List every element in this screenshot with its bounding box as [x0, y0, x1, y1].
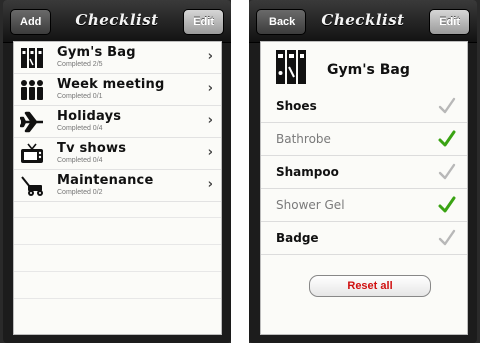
check-icon[interactable]: [437, 129, 457, 149]
nav-bar: Add Checklist Edit: [3, 0, 231, 43]
list-status: Completed 2/5: [57, 61, 103, 68]
lawnmower-icon: [21, 176, 43, 196]
divider: [14, 271, 221, 272]
list-item[interactable]: Gym's Bag Completed 2/5 ›: [14, 42, 221, 74]
item-label: Shampoo: [276, 165, 339, 179]
checklist-item[interactable]: Shampoo: [261, 156, 467, 189]
list-status: Completed 0/1: [57, 93, 103, 100]
list-status: Completed 0/2: [57, 189, 103, 196]
list-title: Gym's Bag: [327, 62, 410, 78]
list-item[interactable]: Tv shows Completed 0/4 ›: [14, 138, 221, 170]
item-label: Badge: [276, 231, 319, 245]
list-title: Tv shows: [57, 141, 127, 156]
checklist-screen: Add Checklist Edit Gym's Bag Completed 2…: [3, 0, 231, 343]
reset-all-button[interactable]: Reset all: [309, 275, 431, 297]
list-title: Week meeting: [57, 77, 165, 92]
tv-icon: [21, 143, 43, 163]
divider: [14, 298, 221, 299]
checklist-item[interactable]: Bathrobe: [261, 123, 467, 156]
list-title: Gym's Bag: [57, 45, 136, 60]
lists-table: Gym's Bag Completed 2/5 › Week meeting C…: [13, 41, 222, 335]
item-label: Bathrobe: [276, 132, 331, 146]
list-item[interactable]: Maintenance Completed 0/2 ›: [14, 170, 221, 202]
check-icon[interactable]: [437, 195, 457, 215]
check-icon[interactable]: [437, 162, 457, 182]
chevron-right-icon: ›: [207, 113, 213, 128]
checklist-item[interactable]: Shoes: [261, 90, 467, 123]
checklist-items: Gym's Bag Shoes Bathrobe Shampoo Shower …: [260, 41, 468, 335]
check-icon[interactable]: [437, 228, 457, 248]
chevron-right-icon: ›: [207, 49, 213, 64]
nav-bar: Back Checklist Edit: [249, 0, 477, 43]
people-icon: [21, 80, 43, 100]
divider: [14, 217, 221, 218]
checklist-detail-screen: Back Checklist Edit Gym's Bag Shoes Bath…: [249, 0, 477, 343]
list-title: Maintenance: [57, 173, 154, 188]
gym-bag-icon: [21, 48, 43, 68]
check-icon[interactable]: [437, 96, 457, 116]
airplane-icon: [20, 111, 43, 133]
chevron-right-icon: ›: [207, 177, 213, 192]
checklist-item[interactable]: Badge: [261, 222, 467, 255]
divider: [14, 244, 221, 245]
checklist-item[interactable]: Shower Gel: [261, 189, 467, 222]
item-label: Shower Gel: [276, 198, 345, 212]
item-label: Shoes: [276, 99, 317, 113]
separator: [231, 0, 249, 343]
edit-button[interactable]: Edit: [429, 9, 470, 35]
list-title: Holidays: [57, 109, 122, 124]
list-item[interactable]: Week meeting Completed 0/1 ›: [14, 74, 221, 106]
chevron-right-icon: ›: [207, 145, 213, 160]
list-status: Completed 0/4: [57, 157, 103, 164]
gym-bag-icon: [276, 50, 306, 84]
edit-button[interactable]: Edit: [183, 9, 224, 35]
list-status: Completed 0/4: [57, 125, 103, 132]
chevron-right-icon: ›: [207, 81, 213, 96]
list-item[interactable]: Holidays Completed 0/4 ›: [14, 106, 221, 138]
list-header: Gym's Bag: [261, 42, 467, 96]
